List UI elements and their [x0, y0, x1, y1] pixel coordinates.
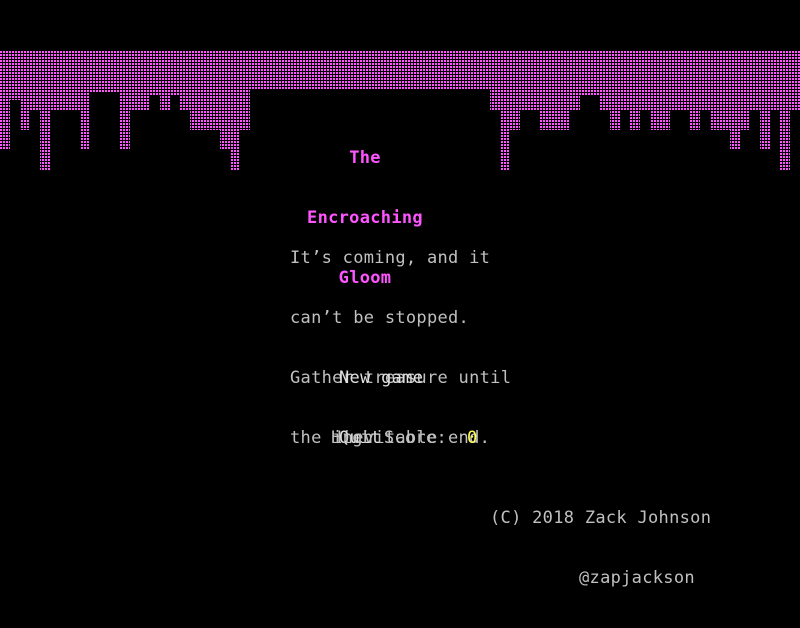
intro-line: can’t be stopped.	[290, 308, 470, 328]
gloom-drip	[490, 90, 500, 110]
gloom-drip	[30, 90, 40, 110]
gloom-drip	[780, 90, 790, 170]
gloom-drip	[640, 90, 650, 110]
gloom-drip	[600, 90, 610, 110]
gloom-drip	[630, 90, 640, 130]
gloom-drip	[150, 90, 160, 95]
gloom-drip	[690, 90, 700, 130]
gloom-drip	[620, 90, 630, 110]
gloom-drip	[20, 90, 30, 130]
gloom-drip	[610, 90, 620, 130]
gloom-drip	[40, 90, 50, 170]
new-game-button[interactable]: New game	[339, 368, 423, 388]
gloom-drip	[650, 90, 670, 130]
gloom-drip	[710, 90, 730, 130]
gloom-drip	[500, 90, 510, 170]
gloom-drip	[670, 90, 690, 110]
gloom-drip	[750, 90, 760, 110]
game-title-line: The	[349, 148, 381, 168]
high-score: High Score: 0	[289, 408, 478, 468]
gloom-drip	[520, 90, 540, 110]
gloom-drip	[240, 90, 250, 130]
gloom-drip	[790, 90, 800, 110]
gloom-drip	[160, 90, 170, 110]
gloom-drip	[10, 90, 20, 100]
gloom-drip	[740, 90, 750, 130]
gloom-drip	[760, 90, 770, 150]
gloom-drip	[700, 90, 710, 110]
gloom-drip	[90, 90, 120, 92]
gloom-drip	[580, 90, 600, 95]
copyright-text: (C) 2018 Zack Johnson	[490, 508, 712, 528]
gloom-drip	[130, 90, 150, 110]
gloom-drip	[0, 90, 10, 150]
author-handle: @zapjackson	[579, 568, 695, 588]
high-score-label: High Score:	[331, 428, 448, 448]
gloom-drip	[220, 90, 230, 150]
gloom-drip	[0, 50, 800, 90]
gloom-drip	[570, 90, 580, 110]
gloom-drip	[770, 90, 780, 110]
intro-line: It’s coming, and it	[290, 248, 491, 268]
gloom-drip	[540, 90, 570, 130]
title-screen: The Encroaching Gloom It’s coming, and i…	[0, 0, 800, 600]
gloom-drip	[190, 90, 220, 130]
high-score-value: 0	[467, 428, 478, 448]
gloom-drip	[170, 90, 180, 95]
gloom-drip	[510, 90, 520, 130]
gloom-drip	[80, 90, 90, 150]
gloom-drip	[120, 90, 130, 150]
gloom-drip	[50, 90, 60, 110]
gloom-drip	[730, 90, 740, 150]
credits: (C) 2018 Zack Johnson @zapjackson	[490, 468, 711, 628]
gloom-drip	[180, 90, 190, 110]
gloom-drip	[230, 90, 240, 170]
